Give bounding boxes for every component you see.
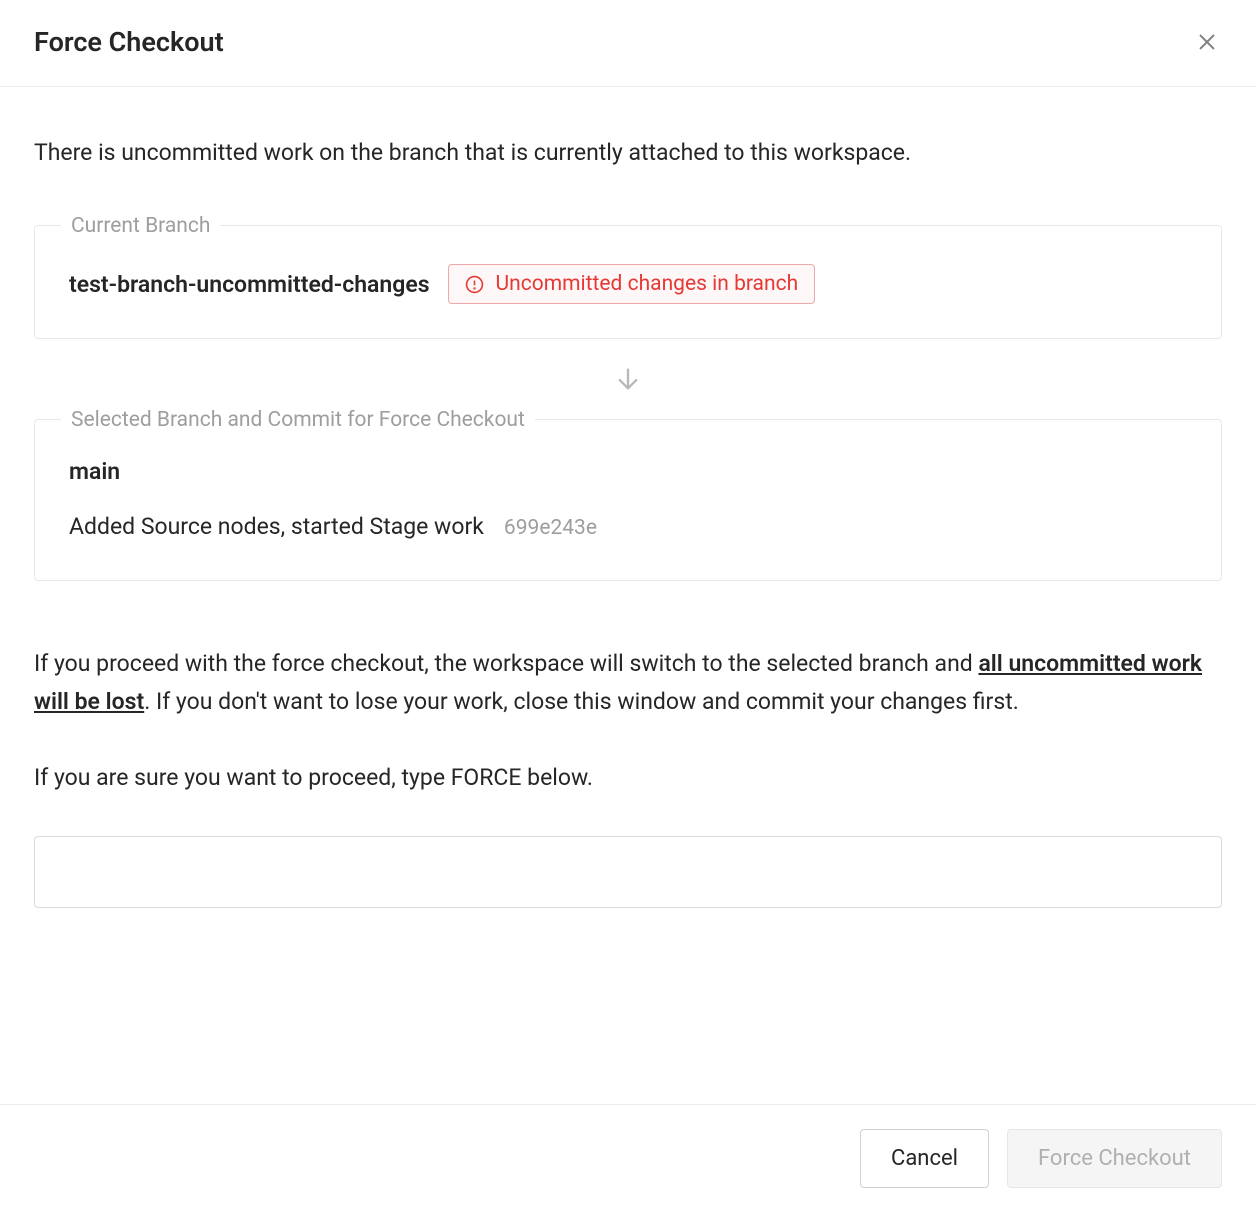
- force-confirm-input[interactable]: [34, 836, 1222, 908]
- warning-paragraph: If you proceed with the force checkout, …: [34, 645, 1222, 721]
- commit-message: Added Source nodes, started Stage work: [69, 513, 484, 540]
- arrow-down-icon: [614, 365, 642, 393]
- dialog-header: Force Checkout: [0, 0, 1256, 87]
- selected-branch-fieldset: Selected Branch and Commit for Force Che…: [34, 419, 1222, 581]
- close-button[interactable]: [1192, 27, 1222, 57]
- arrow-divider: [34, 339, 1222, 419]
- selected-branch-legend: Selected Branch and Commit for Force Che…: [61, 408, 535, 432]
- intro-text: There is uncommitted work on the branch …: [34, 137, 1222, 169]
- dialog-footer: Cancel Force Checkout: [0, 1104, 1256, 1212]
- dialog-title: Force Checkout: [34, 26, 224, 58]
- commit-row: Added Source nodes, started Stage work 6…: [69, 513, 1187, 540]
- close-icon: [1196, 31, 1218, 53]
- confirm-instruction: If you are sure you want to proceed, typ…: [34, 761, 1222, 796]
- cancel-button[interactable]: Cancel: [860, 1129, 989, 1188]
- current-branch-name: test-branch-uncommitted-changes: [69, 271, 430, 298]
- selected-branch-name: main: [69, 458, 1187, 485]
- current-branch-row: test-branch-uncommitted-changes Uncommit…: [69, 264, 1187, 304]
- warning-part1: If you proceed with the force checkout, …: [34, 650, 978, 677]
- uncommitted-warning-badge: Uncommitted changes in branch: [448, 264, 816, 304]
- current-branch-fieldset: Current Branch test-branch-uncommitted-c…: [34, 225, 1222, 339]
- warning-part2: . If you don't want to lose your work, c…: [144, 688, 1019, 715]
- warning-badge-text: Uncommitted changes in branch: [496, 272, 799, 296]
- current-branch-legend: Current Branch: [61, 214, 220, 238]
- commit-hash: 699e243e: [504, 516, 597, 540]
- force-checkout-button[interactable]: Force Checkout: [1007, 1129, 1222, 1188]
- warning-circle-icon: [465, 275, 484, 294]
- dialog-body: There is uncommitted work on the branch …: [0, 87, 1256, 1104]
